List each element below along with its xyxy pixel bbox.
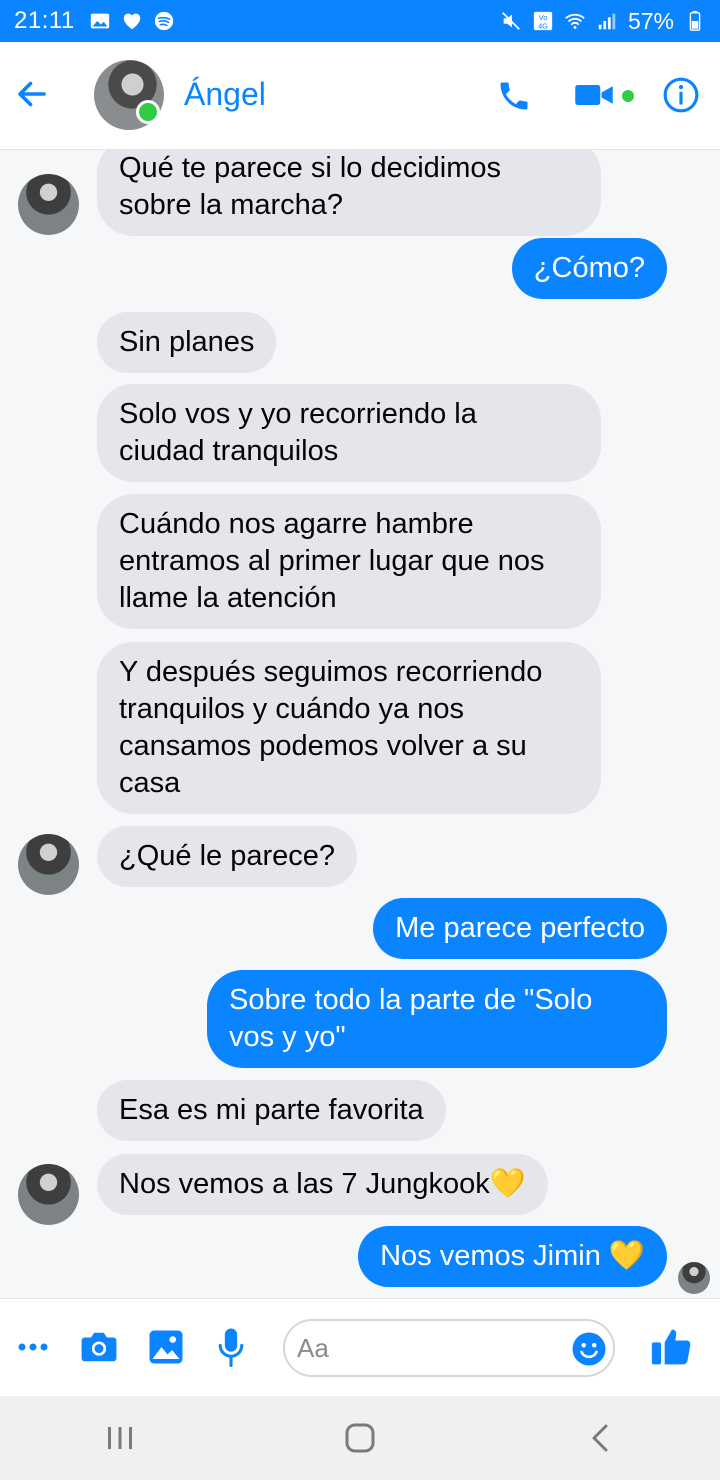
phone-call-icon[interactable] [496,78,532,114]
conversation-header: Ángel [0,42,720,150]
yellow-heart-emoji: 💛 [608,1240,645,1272]
message-line: llame la atención [119,582,337,614]
mute-icon [502,12,520,30]
message-input[interactable] [297,1333,547,1364]
svg-text:4G: 4G [538,21,548,30]
battery-icon [689,10,701,31]
info-icon[interactable] [662,76,700,114]
home-button[interactable] [336,1414,384,1462]
message-line: vos y yo" [229,1021,346,1053]
heart-icon [123,13,141,30]
message-line: ciudad tranquilos [119,435,339,467]
status-bar: 21:11 Vo 4G 57% [0,0,720,42]
signal-icon [598,13,616,30]
microphone-icon[interactable] [216,1327,246,1367]
message-composer [0,1298,720,1396]
message-line: Sin planes [119,326,255,358]
more-icon[interactable] [18,1341,48,1353]
back-button[interactable] [576,1414,624,1462]
message-bubble-incoming[interactable]: Solo vos y yo recorriendo la ciudad tran… [97,384,601,482]
home-icon [345,1423,375,1453]
message-bubble-incoming[interactable]: Cuándo nos agarre hambre entramos al pri… [97,494,601,629]
message-line: tranquilos y cuándo ya nos [119,693,464,725]
message-line: entramos al primer lugar que nos [119,545,545,577]
seen-receipt-avatar [678,1262,710,1294]
message-bubble-incoming[interactable]: Y después seguimos recorriendo tranquilo… [97,642,601,814]
message-line: ¿Qué le parece? [119,840,336,872]
back-icon [592,1424,608,1452]
system-navigation-bar [0,1396,720,1480]
message-line: Solo vos y yo recorriendo la [119,398,477,430]
message-bubble-incoming[interactable]: Qué te parece si lo decidimos sobre la m… [97,150,601,236]
recent-apps-icon [108,1427,132,1449]
yellow-heart-emoji: 💛 [489,1168,526,1200]
sender-avatar[interactable] [18,1164,79,1225]
contact-name[interactable]: Ángel [184,76,266,113]
message-bubble-incoming[interactable]: Esa es mi parte favorita [97,1080,446,1141]
emoji-icon[interactable] [571,1331,607,1367]
video-call-icon[interactable] [574,80,614,110]
message-bubble-outgoing[interactable]: Nos vemos Jimin 💛 [358,1226,667,1287]
like-icon[interactable] [650,1325,694,1367]
spotify-icon [154,11,173,31]
message-bubble-incoming[interactable]: ¿Qué le parece? [97,826,358,887]
message-line: Qué te parece si lo decidimos [119,152,502,184]
status-time: 21:11 [14,7,75,34]
message-line: cansamos podemos volver a su [119,730,527,762]
message-bubble-incoming[interactable]: Nos vemos a las 7 Jungkook💛 [97,1154,548,1215]
sender-avatar[interactable] [18,834,79,895]
message-line: Cuándo nos agarre hambre [119,508,474,540]
message-bubble-outgoing[interactable]: ¿Cómo? [511,238,667,299]
message-text: Nos vemos Jimin [380,1240,609,1272]
message-line: ¿Cómo? [533,252,645,284]
sender-avatar[interactable] [18,174,79,235]
message-line: sobre la marcha? [119,189,344,221]
recent-apps-button[interactable] [96,1414,144,1462]
back-arrow-icon[interactable] [14,76,50,112]
gallery-icon [90,13,109,29]
message-line: Esa es mi parte favorita [119,1094,424,1126]
message-text: Nos vemos a las 7 Jungkook [119,1168,490,1200]
message-line: Me parece perfecto [395,912,645,944]
message-bubble-outgoing[interactable]: Sobre todo la parte de "Solo vos y yo" [207,970,667,1068]
battery-percent: 57% [627,7,674,34]
wifi-icon [565,13,585,29]
message-bubble-outgoing[interactable]: Me parece perfecto [373,898,667,959]
camera-icon[interactable] [80,1329,118,1365]
message-line: Y después seguimos recorriendo [119,656,543,688]
image-icon[interactable] [148,1329,184,1365]
message-input-container[interactable] [283,1319,615,1377]
message-list[interactable]: Qué te parece si lo decidimos sobre la m… [0,150,720,1298]
video-active-indicator [622,90,634,102]
message-line: Sobre todo la parte de "Solo [229,984,593,1016]
message-bubble-incoming[interactable]: Sin planes [97,312,277,373]
volte-icon: Vo4G [533,11,553,30]
online-status-indicator [136,100,160,124]
message-line: casa [119,767,181,799]
